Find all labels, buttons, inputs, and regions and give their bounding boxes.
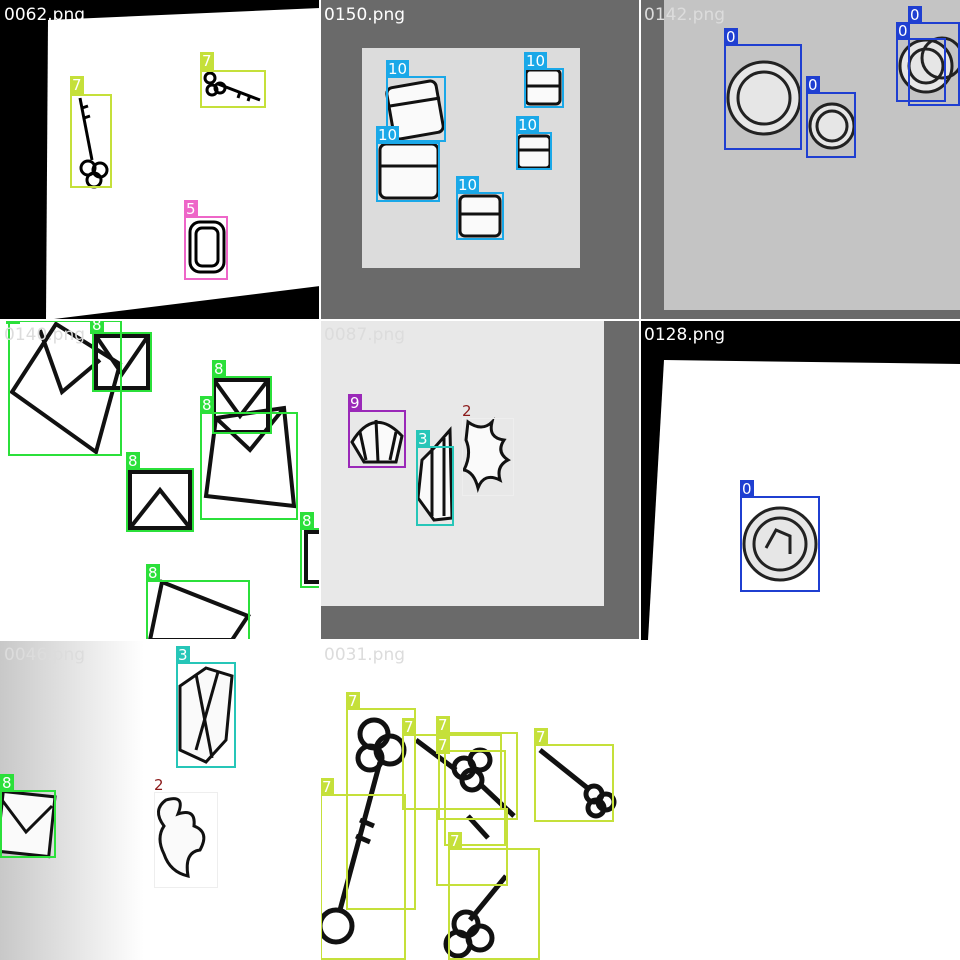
detection-label: 7	[448, 832, 462, 850]
detection-box	[908, 22, 960, 106]
tile-0128: 0128.png 0	[640, 320, 960, 640]
tile-filename: 0150.png	[324, 5, 406, 25]
grid-separator	[639, 0, 641, 960]
detection-label: 8	[126, 452, 140, 470]
detection-label: 7	[200, 52, 214, 70]
tile-0142: 0142.png 0 0 0 0	[640, 0, 960, 320]
detection-box	[70, 94, 112, 188]
detection-label: 10	[376, 126, 400, 144]
chest-icon	[378, 68, 562, 238]
detection-label: 2	[462, 402, 472, 420]
detection-box	[740, 496, 820, 592]
tile-filename: 0046.png	[4, 645, 86, 665]
tile-filename: 0142.png	[644, 5, 726, 25]
tile-filename: 0128.png	[644, 325, 726, 345]
tile-filename: 0087.png	[324, 325, 406, 345]
detection-box	[0, 790, 56, 858]
detection-label: 8	[146, 564, 160, 582]
tile-0087: 0087.png 9 3 2	[320, 320, 640, 640]
detection-box	[154, 792, 218, 888]
detection-box	[200, 70, 266, 108]
grid-separator	[319, 0, 321, 960]
detection-box	[462, 418, 514, 496]
detection-label: 7	[436, 736, 450, 754]
detection-label: 9	[348, 394, 362, 412]
detection-label: 0	[740, 480, 754, 498]
detection-box	[524, 68, 564, 108]
detection-label: 8	[0, 774, 14, 792]
detection-box	[448, 848, 540, 960]
tile-empty	[640, 640, 960, 960]
tile-filename: 0031.png	[324, 645, 406, 665]
grid-separator	[0, 319, 960, 321]
detection-label: 7	[320, 778, 334, 796]
detection-label: 10	[516, 116, 540, 134]
detection-box	[184, 216, 228, 280]
detection-box	[92, 332, 152, 392]
detection-box	[200, 412, 298, 520]
detection-mosaic: 0062.png 7 7 5 0150.png 10 10 10 10 10 0…	[0, 0, 960, 960]
detection-label: 0	[724, 28, 738, 46]
detection-label: 7	[346, 692, 360, 710]
detection-box	[376, 142, 440, 202]
detection-label: 7	[436, 716, 450, 734]
detection-label: 8	[300, 512, 314, 530]
detection-label: 10	[456, 176, 480, 194]
detection-box	[126, 468, 194, 532]
detection-label: 10	[524, 52, 548, 70]
detection-label: 3	[416, 430, 430, 448]
detection-box	[348, 410, 406, 468]
detection-label: 0	[908, 6, 922, 24]
detection-box	[724, 44, 802, 150]
tile-filename: 0062.png	[4, 5, 86, 25]
detection-label: 3	[176, 646, 190, 664]
key-icon	[78, 71, 261, 274]
detection-box	[416, 446, 454, 526]
grid-separator	[0, 639, 640, 641]
tile-0062: 0062.png 7 7 5	[0, 0, 320, 320]
detection-box	[806, 92, 856, 158]
detection-box	[146, 580, 250, 640]
detection-box	[456, 192, 504, 240]
tile-0140: 0140.png 8 8 8 8 8 8 8	[0, 320, 320, 640]
detection-label: 2	[154, 776, 164, 794]
detection-label: 0	[896, 22, 910, 40]
detection-box	[516, 132, 552, 170]
coin-icon	[742, 506, 818, 582]
detection-label: 8	[212, 360, 226, 378]
detection-label: 7	[534, 728, 548, 746]
detection-label: 7	[70, 76, 84, 94]
detection-label: 8	[200, 396, 214, 414]
detection-box	[320, 794, 406, 960]
tile-0031: 0031.png 7 7 7 7 7 7 7 7	[320, 640, 640, 960]
tile-filename: 0140.png	[4, 325, 86, 345]
detection-label: 10	[386, 60, 410, 78]
detection-label: 0	[806, 76, 820, 94]
detection-label: 7	[402, 718, 416, 736]
detection-box	[534, 744, 614, 822]
detection-box	[300, 528, 320, 588]
tile-0150: 0150.png 10 10 10 10 10	[320, 0, 640, 320]
tile-0046: 0046.png 3 8 2	[0, 640, 320, 960]
detection-box	[176, 662, 236, 768]
detection-label: 5	[184, 200, 198, 218]
detection-label: 8	[90, 320, 104, 334]
